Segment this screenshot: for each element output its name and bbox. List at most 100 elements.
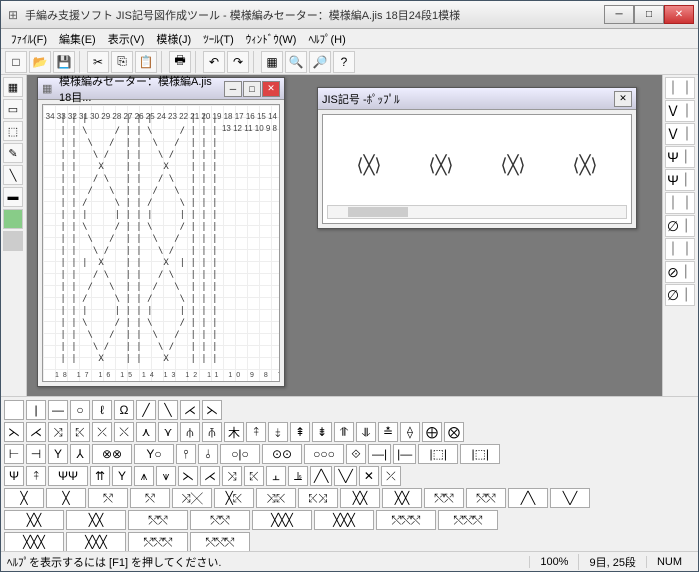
sym-dec1[interactable]: ⋌ (180, 400, 200, 420)
sym-k2tog[interactable]: ╲ (158, 400, 178, 420)
chart-window[interactable]: ▦ 模様編みセーター：模様編A.jis 18目... ─ □ ✕ | | | |… (37, 77, 285, 387)
help-button[interactable]: ? (333, 51, 355, 73)
sym-r4-3[interactable]: ΨΨ (48, 466, 88, 486)
menu-window[interactable]: ｳｨﾝﾄﾞｳ(W) (240, 29, 303, 49)
sym-r4-7[interactable]: ⩛ (156, 466, 176, 486)
menu-edit[interactable]: 編集(E) (53, 29, 102, 49)
sym-r2-11[interactable]: 木 (224, 422, 244, 442)
sym-r6-1[interactable]: ╳╳ (4, 510, 64, 530)
rtool-1[interactable]: ｜｜ (665, 77, 695, 99)
sym-r4-16[interactable]: ✕ (359, 466, 379, 486)
rtool-6[interactable]: ｜｜ (665, 192, 695, 214)
sym-r2-3[interactable]: ⤨ (48, 422, 68, 442)
sym-r5-1[interactable]: ╳ (4, 488, 44, 508)
sym-r5-7[interactable]: ⤨⤪ (256, 488, 296, 508)
new-button[interactable]: □ (5, 51, 27, 73)
menu-pattern[interactable]: 模様(J) (150, 29, 197, 49)
sym-r3-1[interactable]: ⊢ (4, 444, 24, 464)
sym-r5-9[interactable]: ╳╳ (340, 488, 380, 508)
sym-r4-6[interactable]: ⩚ (134, 466, 154, 486)
rtool-4[interactable]: Ψ｜ (665, 146, 695, 168)
minimize-button[interactable]: ─ (604, 5, 634, 24)
sym-r4-5[interactable]: Υ (112, 466, 132, 486)
rtool-2[interactable]: Ｖ｜ (665, 100, 695, 122)
sym-r5-4[interactable]: ⤲ (130, 488, 170, 508)
sym-r4-2[interactable]: ⤉ (26, 466, 46, 486)
cut-button[interactable]: ✂ (87, 51, 109, 73)
tool-fill[interactable]: ▬ (3, 187, 23, 207)
maximize-button[interactable]: □ (634, 5, 664, 24)
sym-r2-1[interactable]: ⋋ (4, 422, 24, 442)
sym-r2-4[interactable]: ⤪ (70, 422, 90, 442)
jis-symbol-3[interactable]: ⟨╳⟩ (488, 140, 538, 190)
zoom-in-button[interactable]: 🔍 (285, 51, 307, 73)
sym-r4-14[interactable]: ╱╲ (310, 466, 332, 486)
child-close-button[interactable]: ✕ (262, 81, 280, 97)
sym-r3-2[interactable]: ⊣ (26, 444, 46, 464)
sym-r2-19[interactable]: ⟠ (400, 422, 420, 442)
rtool-7[interactable]: ∅｜ (665, 215, 695, 237)
tool-line[interactable]: ╲ (3, 165, 23, 185)
grid-button[interactable]: ▦ (261, 51, 283, 73)
sym-r2-7[interactable]: ⋏ (136, 422, 156, 442)
sym-r7-3[interactable]: ⤲⤲⤲ (128, 532, 188, 551)
sym-r6-8[interactable]: ⤲⤲⤲ (438, 510, 498, 530)
sym-r3-3[interactable]: Y (48, 444, 68, 464)
sym-dec2[interactable]: ⋋ (202, 400, 222, 420)
sym-r4-17[interactable]: ⤫ (381, 466, 401, 486)
close-button[interactable]: ✕ (664, 5, 694, 24)
child-maximize-button[interactable]: □ (243, 81, 261, 97)
sym-r3-5[interactable]: ⊗⊗ (92, 444, 132, 464)
rtool-8[interactable]: ｜｜ (665, 238, 695, 260)
sym-blank[interactable] (4, 400, 24, 420)
sym-r2-6[interactable]: ⤬ (114, 422, 134, 442)
sym-r2-18[interactable]: ≛ (378, 422, 398, 442)
sym-r5-2[interactable]: ╳ (46, 488, 86, 508)
zoom-out-button[interactable]: 🔎 (309, 51, 331, 73)
sym-r7-2[interactable]: ╳╳╳ (66, 532, 126, 551)
sym-r5-6[interactable]: ╳⤪ (214, 488, 254, 508)
menu-view[interactable]: 表示(V) (102, 29, 151, 49)
sym-r2-8[interactable]: ⋎ (158, 422, 178, 442)
knitting-chart[interactable]: | | | | | | | | | | | \ / | | \ / | | | … (42, 104, 280, 382)
sym-r3-15[interactable]: |⬚| (418, 444, 458, 464)
sym-yo[interactable]: ○ (70, 400, 90, 420)
open-button[interactable]: 📂 (29, 51, 51, 73)
jis-palette-window[interactable]: JIS記号 -ﾎﾟｯﾌﾟﾙ ✕ ⟨╳⟩ ⟨╳⟩ ⟨╳⟩ ⟨╳⟩ (317, 87, 637, 229)
save-button[interactable]: 💾 (53, 51, 75, 73)
sym-r5-3[interactable]: ⤲ (88, 488, 128, 508)
tool-select[interactable]: ▦ (3, 77, 23, 97)
sym-slip[interactable]: Ω (114, 400, 134, 420)
sym-r3-9[interactable]: ○|○ (220, 444, 260, 464)
sym-r4-12[interactable]: ⫠ (266, 466, 286, 486)
sym-r4-13[interactable]: ⫡ (288, 466, 308, 486)
tool-pencil[interactable]: ✎ (3, 143, 23, 163)
jis-close-button[interactable]: ✕ (614, 91, 632, 107)
rtool-10[interactable]: ∅｜ (665, 284, 695, 306)
rtool-3[interactable]: Ｖ｜ (665, 123, 695, 145)
sym-r2-14[interactable]: ⇞ (290, 422, 310, 442)
sym-r2-15[interactable]: ⇟ (312, 422, 332, 442)
sym-ssk[interactable]: ╱ (136, 400, 156, 420)
sym-r5-8[interactable]: ⤪⤨ (298, 488, 338, 508)
sym-r2-2[interactable]: ⋌ (26, 422, 46, 442)
sym-r3-14[interactable]: |— (393, 444, 416, 464)
tool-color1[interactable] (3, 209, 23, 229)
sym-r6-7[interactable]: ⤲⤲⤲ (376, 510, 436, 530)
sym-r4-8[interactable]: ⋋ (178, 466, 198, 486)
sym-r5-14[interactable]: ╲╱ (550, 488, 590, 508)
sym-r5-12[interactable]: ⤲⤲ (466, 488, 506, 508)
sym-r5-13[interactable]: ╱╲ (508, 488, 548, 508)
sym-r3-10[interactable]: ⊙⊙ (262, 444, 302, 464)
sym-r5-11[interactable]: ⤲⤲ (424, 488, 464, 508)
tool-color2[interactable] (3, 231, 23, 251)
redo-button[interactable]: ↷ (227, 51, 249, 73)
jis-symbol-4[interactable]: ⟨╳⟩ (560, 140, 610, 190)
sym-r3-12[interactable]: ⟐ (346, 444, 366, 464)
sym-r6-4[interactable]: ⤲⤲ (190, 510, 250, 530)
sym-r6-2[interactable]: ╳╳ (66, 510, 126, 530)
sym-r7-4[interactable]: ⤲⤲⤲ (190, 532, 250, 551)
sym-r6-5[interactable]: ╳╳╳ (252, 510, 312, 530)
copy-button[interactable]: ⎘ (111, 51, 133, 73)
sym-r2-16[interactable]: ⥣ (334, 422, 354, 442)
